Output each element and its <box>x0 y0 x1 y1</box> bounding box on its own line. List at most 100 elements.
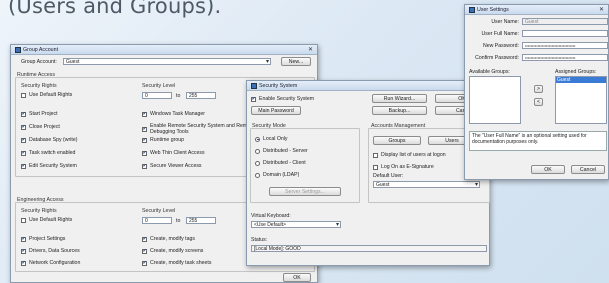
close-icon[interactable]: ✕ <box>599 6 604 13</box>
eng-use-default-rights-checkbox[interactable] <box>21 217 26 223</box>
checkbox-row: ✔ Create, modify task sheets <box>142 260 211 266</box>
eng-use-default-rights-label: Use Default Rights <box>29 217 73 223</box>
checkbox[interactable]: ✔ <box>21 260 26 266</box>
display-list-checkbox[interactable] <box>373 152 378 158</box>
group-account-value: Guest <box>66 58 80 65</box>
log-on-esignature-checkbox[interactable] <box>373 164 378 170</box>
radio-label: Distributed - Server <box>263 148 308 154</box>
default-user-select[interactable]: Guest <box>373 181 480 188</box>
remove-group-button[interactable]: < <box>534 98 543 106</box>
checkbox[interactable]: ✔ <box>142 150 147 156</box>
checkbox-row: ✔ Windows Task Manager <box>142 111 205 117</box>
checkbox[interactable]: ✔ <box>142 111 147 117</box>
security-system-window: Security System ✔ Enable Security System… <box>246 80 490 266</box>
checkbox-label: Database Spy (write) <box>29 137 78 143</box>
group-account-ok-button[interactable]: OK <box>283 273 311 282</box>
radio-button[interactable] <box>255 160 260 166</box>
checkbox[interactable]: ✔ <box>21 236 26 242</box>
checkbox-row: ✔ Runtime group <box>142 137 184 143</box>
user-settings-titlebar: User Settings ✕ <box>465 5 608 15</box>
server-settings-button[interactable]: Server Settings... <box>269 187 341 196</box>
radio-button[interactable] <box>255 148 260 154</box>
use-default-rights-checkbox[interactable] <box>21 92 26 98</box>
eng-security-rights-label: Security Rights <box>21 208 57 214</box>
checkbox-label: Runtime group <box>150 137 185 143</box>
backup-button[interactable]: Backup... <box>372 106 427 115</box>
close-icon[interactable]: ✕ <box>308 46 313 53</box>
assigned-groups-label: Assigned Groups: <box>555 69 597 75</box>
checkbox-row: ✔ Database Spy (write) <box>21 137 77 143</box>
add-group-button[interactable]: > <box>534 85 543 93</box>
enable-security-label: Enable Security System <box>259 96 315 102</box>
assigned-group-item[interactable]: Guest <box>556 77 606 83</box>
checkbox-label: Secure Viewer Access <box>150 163 202 169</box>
new-group-button[interactable]: New... <box>281 57 311 66</box>
group-account-label: Group Account: <box>21 59 57 65</box>
checkbox[interactable]: ✔ <box>21 150 26 156</box>
security-mode-option: Distributed - Client <box>255 160 306 166</box>
user-full-name-field[interactable] <box>522 30 608 37</box>
new-password-label: New Password: <box>482 43 519 49</box>
security-system-titlebar: Security System <box>247 81 489 91</box>
status-field: [Local Mode]: GOOD <box>251 245 487 252</box>
group-account-titlebar: Group Account ✕ <box>11 45 317 55</box>
security-mode-option: Local Only <box>255 136 288 142</box>
security-mode-option: Domain (LDAP) <box>255 172 299 178</box>
checkbox-label: Close Project <box>29 124 60 130</box>
checkbox[interactable]: ✔ <box>142 248 147 254</box>
checkbox-row: ✔ Secure Viewer Access <box>142 163 202 169</box>
run-wizard-button[interactable]: Run Wizard... <box>372 94 427 103</box>
security-rights-label: Security Rights <box>21 83 57 89</box>
main-password-button[interactable]: Main Password <box>251 106 301 115</box>
checkbox[interactable]: ✔ <box>142 260 147 266</box>
checkbox-row: ✔ Task switch enabled <box>21 150 75 156</box>
checkbox-label: Network Configuration <box>29 260 81 266</box>
eng-security-level-from[interactable]: 0 <box>142 217 172 224</box>
radio-label: Local Only <box>263 136 288 142</box>
checkbox-row: ✔ Web Thin Client Access <box>142 150 205 156</box>
groups-button[interactable]: Groups <box>373 136 421 145</box>
checkbox[interactable]: ✔ <box>21 111 26 117</box>
user-full-name-note: The "User Full Name" is an optional sett… <box>469 131 607 151</box>
checkbox-label: Edit Security System <box>29 163 77 169</box>
radio-button[interactable] <box>255 136 260 142</box>
radio-label: Domain (LDAP) <box>263 172 300 178</box>
use-default-rights-label: Use Default Rights <box>29 92 73 98</box>
checkbox[interactable]: ✔ <box>142 236 147 242</box>
status-value: [Local Mode]: GOOD <box>254 245 301 252</box>
checkbox[interactable]: ✔ <box>21 124 26 130</box>
checkbox-label: Start Project <box>29 111 58 117</box>
user-settings-cancel-button[interactable]: Cancel <box>571 165 605 174</box>
confirm-password-field[interactable]: •••••••••••••••••••••••••••••••••••• <box>522 54 608 61</box>
checkbox[interactable]: ✔ <box>142 137 147 143</box>
virtual-keyboard-select[interactable]: <Use Default> <box>251 221 341 228</box>
checkbox[interactable]: ✔ <box>21 163 26 169</box>
checkbox-row: ✔ Project Settings <box>21 236 65 242</box>
group-account-select[interactable]: Guest <box>63 58 271 65</box>
user-settings-window: User Settings ✕ User Name: Guest User Fu… <box>464 4 609 180</box>
window-title: User Settings <box>477 6 509 13</box>
checkbox[interactable]: ✔ <box>142 163 147 169</box>
checkbox-row: ✔ Edit Security System <box>21 163 77 169</box>
page-heading: (Users and Groups). <box>8 0 222 18</box>
eng-security-level-to[interactable]: 255 <box>186 217 216 224</box>
checkbox[interactable]: ✔ <box>21 137 26 143</box>
checkbox-label: Drivers, Data Sources <box>29 248 80 254</box>
user-full-name-label: User Full Name: <box>481 31 519 37</box>
app-icon <box>15 46 21 53</box>
security-level-from[interactable]: 0 <box>142 92 172 99</box>
window-title: Security System <box>259 82 298 89</box>
eng-security-level-label: Security Level <box>142 208 176 214</box>
enable-security-checkbox[interactable]: ✔ <box>251 96 256 102</box>
user-settings-ok-button[interactable]: OK <box>531 165 565 174</box>
checkbox[interactable]: ✔ <box>21 248 26 254</box>
radio-button[interactable] <box>255 172 260 178</box>
security-level-to[interactable]: 255 <box>186 92 216 99</box>
new-password-field[interactable]: •••••••••••••••••••••••••••••••••••• <box>522 42 608 49</box>
window-title: Group Account <box>23 46 59 53</box>
available-groups-label: Available Groups: <box>469 69 510 75</box>
checkbox[interactable]: ✔ <box>142 127 147 132</box>
checkbox-label: Web Thin Client Access <box>150 150 205 156</box>
available-groups-list[interactable] <box>469 76 521 124</box>
assigned-groups-list[interactable]: Guest <box>555 76 607 124</box>
